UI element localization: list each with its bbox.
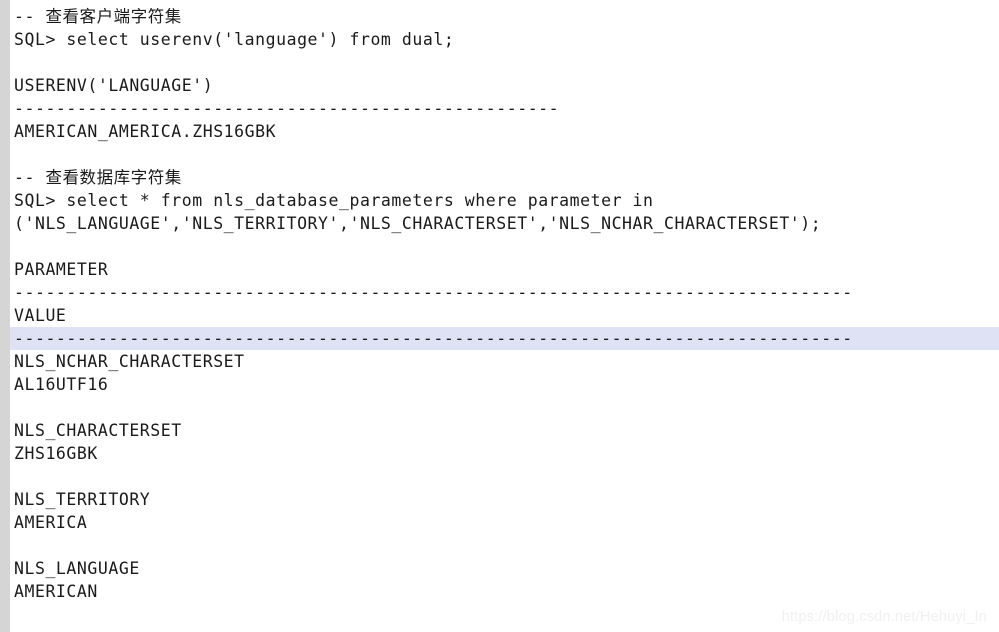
code-line: ('NLS_LANGUAGE','NLS_TERRITORY','NLS_CHA… xyxy=(14,214,822,233)
code-gutter xyxy=(0,0,10,632)
code-line: ----------------------------------------… xyxy=(10,327,999,350)
code-line: -- 查看客户端字符集 xyxy=(14,7,182,26)
code-line: NLS_LANGUAGE xyxy=(14,559,140,578)
code-line: SQL> select * from nls_database_paramete… xyxy=(14,191,654,210)
code-line: NLS_TERRITORY xyxy=(14,490,151,509)
code-line: SQL> select userenv('language') from dua… xyxy=(14,30,455,49)
code-line: ----------------------------------------… xyxy=(14,283,853,302)
code-line: AMERICAN_AMERICA.ZHS16GBK xyxy=(14,122,277,141)
code-line: PARAMETER xyxy=(14,260,109,279)
code-line: AMERICAN xyxy=(14,582,98,601)
code-line: USERENV('LANGUAGE') xyxy=(14,76,214,95)
code-line: AL16UTF16 xyxy=(14,375,109,394)
code-line: ZHS16GBK xyxy=(14,444,98,463)
code-line: AMERICA xyxy=(14,513,88,532)
code-line: -- 查看数据库字符集 xyxy=(14,168,182,187)
code-lines-container: -- 查看客户端字符集 SQL> select userenv('language… xyxy=(10,0,999,603)
csdn-watermark: https://blog.csdn.net/Hehuyi_In xyxy=(781,609,987,625)
code-line: ----------------------------------------… xyxy=(14,99,560,118)
code-line: NLS_NCHAR_CHARACTERSET xyxy=(14,352,245,371)
sql-code-block: -- 查看客户端字符集 SQL> select userenv('language… xyxy=(0,0,999,632)
code-line: NLS_CHARACTERSET xyxy=(14,421,182,440)
code-line: VALUE xyxy=(14,306,67,325)
